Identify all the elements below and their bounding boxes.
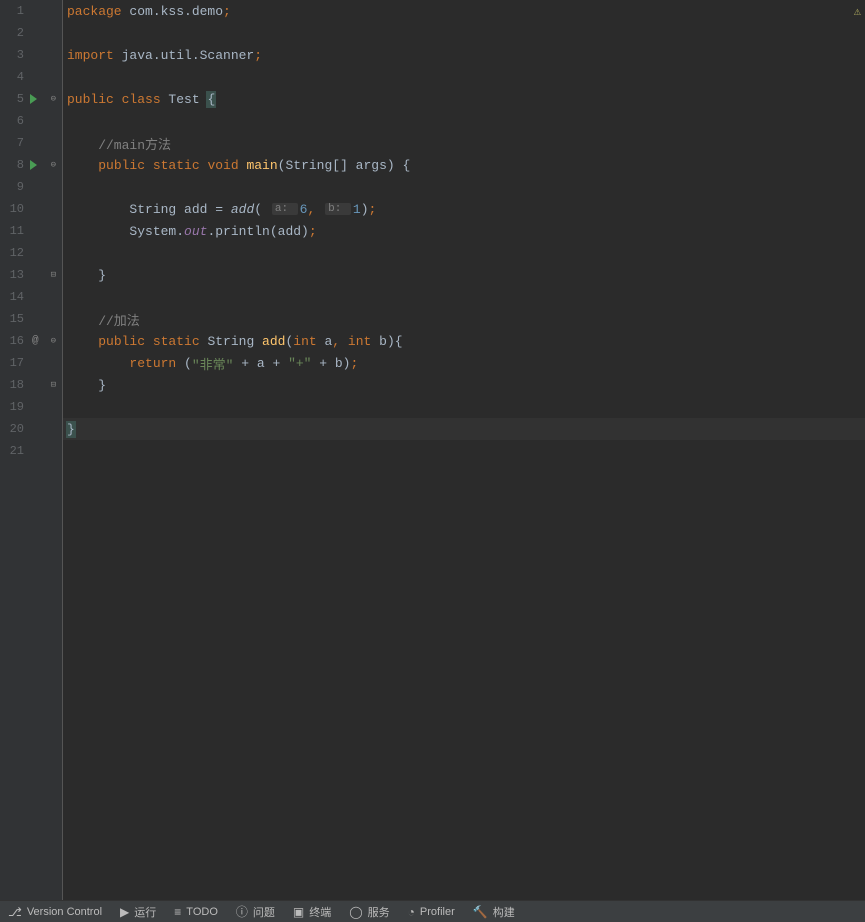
line-number: 16 — [0, 334, 28, 348]
code-line[interactable] — [63, 22, 865, 44]
line-number: 10 — [0, 202, 28, 216]
terminal-button[interactable]: ▣终端 — [293, 904, 331, 920]
fold-icon[interactable]: ⊖ — [51, 160, 56, 170]
profiler-button[interactable]: ◔Profiler — [408, 905, 455, 919]
line-number: 6 — [0, 114, 28, 128]
line-number: 1 — [0, 4, 28, 18]
code-area[interactable]: ⚠ package com.kss.demo; import java.util… — [63, 0, 865, 900]
fold-icon[interactable]: ⊖ — [51, 336, 56, 346]
code-line[interactable] — [63, 176, 865, 198]
line-number: 5 — [0, 92, 28, 106]
code-line[interactable]: } — [63, 374, 865, 396]
hammer-icon: 🔨 — [473, 905, 488, 919]
code-line-current[interactable]: } — [63, 418, 865, 440]
param-hint: a: — [272, 203, 298, 215]
code-line[interactable] — [63, 66, 865, 88]
code-line[interactable] — [63, 396, 865, 418]
override-icon[interactable]: @ — [32, 335, 39, 347]
gutter: 1 2 3 4 5 ⊖ 6 7 8 ⊖ 9 10 11 12 13 ⊟ 14 15 1… — [0, 0, 63, 900]
line-number: 17 — [0, 356, 28, 370]
line-number: 21 — [0, 444, 28, 458]
code-line[interactable]: } — [63, 264, 865, 286]
param-hint: b: — [325, 203, 351, 215]
code-line[interactable]: import java.util.Scanner; — [63, 44, 865, 66]
editor-area: 1 2 3 4 5 ⊖ 6 7 8 ⊖ 9 10 11 12 13 ⊟ 14 15 1… — [0, 0, 865, 900]
code-line[interactable]: public static void main(String[] args) { — [63, 154, 865, 176]
line-number: 14 — [0, 290, 28, 304]
code-line[interactable]: public class Test { — [63, 88, 865, 110]
fold-end-icon[interactable]: ⊟ — [51, 380, 56, 390]
line-number: 15 — [0, 312, 28, 326]
line-number: 20 — [0, 422, 28, 436]
code-line[interactable] — [63, 286, 865, 308]
code-line[interactable]: //main方法 — [63, 132, 865, 154]
services-button[interactable]: ◯服务 — [349, 904, 389, 920]
line-number: 12 — [0, 246, 28, 260]
profiler-icon: ◔ — [408, 905, 415, 919]
code-line[interactable]: return ("非常" + a + "+" + b); — [63, 352, 865, 374]
line-number: 7 — [0, 136, 28, 150]
bottom-toolbar: ⎇Version Control ▶运行 ≡TODO ⓘ问题 ▣终端 ◯服务 ◔… — [0, 900, 865, 922]
run-button[interactable]: ▶运行 — [120, 904, 156, 920]
line-number: 11 — [0, 224, 28, 238]
line-number: 8 — [0, 158, 28, 172]
line-number: 18 — [0, 378, 28, 392]
version-control-button[interactable]: ⎇Version Control — [8, 905, 102, 919]
todo-button[interactable]: ≡TODO — [174, 905, 218, 919]
line-number: 2 — [0, 26, 28, 40]
services-icon: ◯ — [349, 905, 362, 919]
problems-button[interactable]: ⓘ问题 — [236, 903, 275, 920]
code-line[interactable]: String add = add( a: 6, b: 1); — [63, 198, 865, 220]
line-number: 19 — [0, 400, 28, 414]
code-line[interactable]: public static String add(int a, int b){ — [63, 330, 865, 352]
code-line[interactable] — [63, 440, 865, 462]
line-number: 9 — [0, 180, 28, 194]
line-number: 13 — [0, 268, 28, 282]
build-button[interactable]: 🔨构建 — [473, 904, 515, 920]
terminal-icon: ▣ — [293, 905, 304, 919]
fold-end-icon[interactable]: ⊟ — [51, 270, 56, 280]
line-number: 3 — [0, 48, 28, 62]
info-icon: ⓘ — [236, 903, 248, 920]
code-line[interactable] — [63, 110, 865, 132]
run-gutter-icon[interactable] — [30, 160, 37, 170]
list-icon: ≡ — [174, 905, 181, 919]
fold-icon[interactable]: ⊖ — [51, 94, 56, 104]
warning-indicator-icon[interactable]: ⚠ — [854, 4, 861, 19]
branch-icon: ⎇ — [8, 905, 22, 919]
code-line[interactable]: System.out.println(add); — [63, 220, 865, 242]
code-line[interactable] — [63, 242, 865, 264]
play-icon: ▶ — [120, 905, 129, 919]
line-number: 4 — [0, 70, 28, 84]
code-line[interactable]: //加法 — [63, 308, 865, 330]
run-gutter-icon[interactable] — [30, 94, 37, 104]
code-line[interactable]: package com.kss.demo; — [63, 0, 865, 22]
